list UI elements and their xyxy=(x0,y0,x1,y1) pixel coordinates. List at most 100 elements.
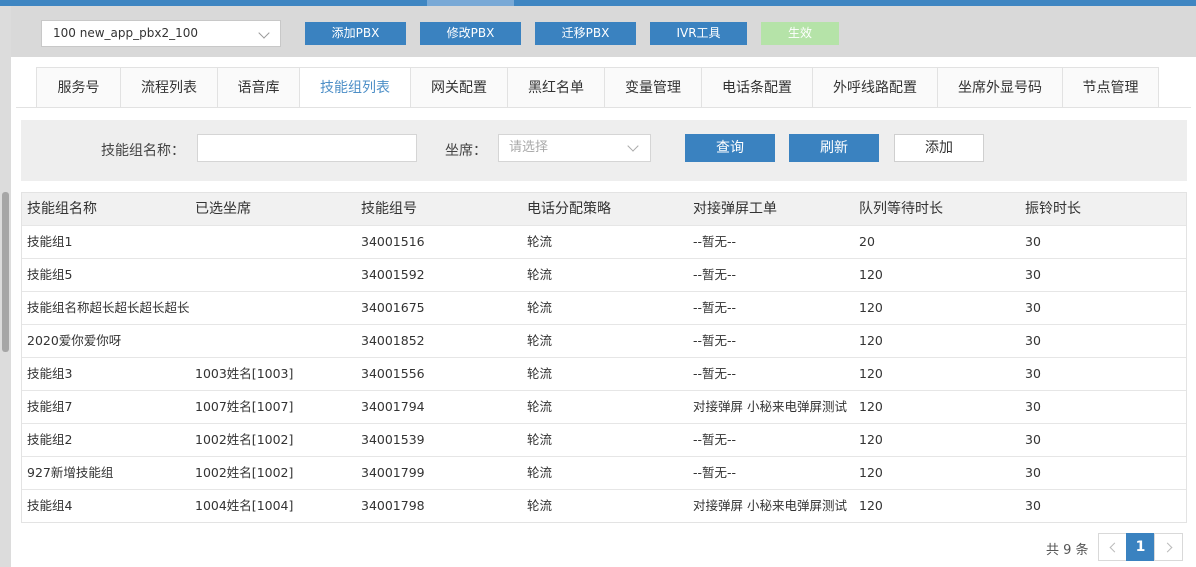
queue-wait-cell: 120 xyxy=(859,333,883,348)
popup-ticket-cell: --暂无-- xyxy=(693,234,737,249)
skill-group-number-cell: 34001852 xyxy=(361,333,425,348)
popup-ticket-cell: 对接弹屏 小秘来电弹屏测试 xyxy=(693,399,847,414)
tab-flow-list[interactable]: 流程列表 xyxy=(120,67,217,108)
distribution-cell: 轮流 xyxy=(527,333,553,348)
table-row: 技能组7 1007姓名[1007] 34001794 轮流 对接弹屏 小秘来电弹… xyxy=(22,390,1186,423)
ring-time-cell: 30 xyxy=(1025,234,1041,249)
add-button[interactable]: 添加 xyxy=(894,134,984,162)
page-button-current[interactable]: 1 xyxy=(1126,533,1155,561)
add-pbx-button[interactable]: 添加PBX xyxy=(305,22,406,45)
migrate-pbx-button[interactable]: 迁移PBX xyxy=(535,22,636,45)
tab-service-number[interactable]: 服务号 xyxy=(36,67,120,108)
popup-ticket-cell: --暂无-- xyxy=(693,366,737,381)
skill-group-number-cell: 34001798 xyxy=(361,498,425,513)
tab-black-red-list[interactable]: 黑红名单 xyxy=(507,67,604,108)
distribution-cell: 轮流 xyxy=(527,399,553,414)
apply-button[interactable]: 生效 xyxy=(761,22,839,45)
skill-group-number-cell: 34001556 xyxy=(361,366,425,381)
tab-variable-management[interactable]: 变量管理 xyxy=(604,67,701,108)
agent-select-placeholder: 请选择 xyxy=(509,140,549,155)
skill-group-name-link[interactable]: 技能组3 xyxy=(27,358,72,390)
header-queue-wait-time: 队列等待时长 xyxy=(859,201,943,217)
table-row: 技能组4 1004姓名[1004] 34001798 轮流 对接弹屏 小秘来电弹… xyxy=(22,489,1186,522)
skill-group-number-cell: 34001539 xyxy=(361,432,425,447)
distribution-cell: 轮流 xyxy=(527,234,553,249)
ring-time-cell: 30 xyxy=(1025,399,1041,414)
skill-group-name-link[interactable]: 技能组名称超长超长超长超长 xyxy=(27,292,190,324)
tab-gateway-config[interactable]: 网关配置 xyxy=(410,67,507,108)
header-skill-group-name: 技能组名称 xyxy=(27,201,97,217)
distribution-cell: 轮流 xyxy=(527,432,553,447)
agent-label: 坐席： xyxy=(445,143,487,159)
queue-wait-cell: 120 xyxy=(859,465,883,480)
skill-group-number-cell: 34001675 xyxy=(361,300,425,315)
tab-node-management[interactable]: 节点管理 xyxy=(1062,67,1159,108)
pbx-select-value: 100 new_app_pbx2_100 xyxy=(53,26,198,40)
chevron-right-icon xyxy=(1162,542,1173,553)
distribution-cell: 轮流 xyxy=(527,300,553,315)
chevron-left-icon xyxy=(1109,542,1120,553)
queue-wait-cell: 120 xyxy=(859,300,883,315)
selected-agents-cell: 1004姓名[1004] xyxy=(195,498,294,513)
edit-pbx-button[interactable]: 修改PBX xyxy=(420,22,521,45)
ring-time-cell: 30 xyxy=(1025,267,1041,282)
selected-agents-cell: 1003姓名[1003] xyxy=(195,366,294,381)
skill-group-number-cell: 34001592 xyxy=(361,267,425,282)
next-page-button[interactable] xyxy=(1154,533,1183,561)
skill-group-name-link[interactable]: 2020爱你爱你呀 xyxy=(27,325,121,357)
table-row: 927新增技能组 1002姓名[1002] 34001799 轮流 --暂无--… xyxy=(22,456,1186,489)
selected-agents-cell: 1002姓名[1002] xyxy=(195,432,294,447)
popup-ticket-cell: --暂无-- xyxy=(693,333,737,348)
ivr-tool-button[interactable]: IVR工具 xyxy=(650,22,747,45)
popup-ticket-cell: --暂无-- xyxy=(693,432,737,447)
tab-bar: 服务号 流程列表 语音库 技能组列表 网关配置 黑红名单 变量管理 电话条配置 … xyxy=(36,67,1159,108)
popup-ticket-cell: --暂无-- xyxy=(693,465,737,480)
pager-total: 共 9 条 xyxy=(1046,543,1089,558)
refresh-button[interactable]: 刷新 xyxy=(789,134,879,162)
table-row: 技能组1 34001516 轮流 --暂无-- 20 30 xyxy=(22,225,1186,258)
query-button[interactable]: 查询 xyxy=(685,134,775,162)
skill-group-name-link[interactable]: 技能组5 xyxy=(27,259,72,291)
header-call-distribution: 电话分配策略 xyxy=(527,201,611,217)
pbx-select[interactable]: 100 new_app_pbx2_100 xyxy=(41,20,281,47)
skill-group-number-cell: 34001516 xyxy=(361,234,425,249)
table-row: 技能组3 1003姓名[1003] 34001556 轮流 --暂无-- 120… xyxy=(22,357,1186,390)
skill-group-name-input[interactable] xyxy=(197,134,417,162)
ring-time-cell: 30 xyxy=(1025,366,1041,381)
popup-ticket-cell: --暂无-- xyxy=(693,267,737,282)
scrollbar-thumb[interactable] xyxy=(2,192,9,352)
header-ring-time: 振铃时长 xyxy=(1025,201,1081,217)
queue-wait-cell: 120 xyxy=(859,366,883,381)
tab-outbound-line-config[interactable]: 外呼线路配置 xyxy=(812,67,937,108)
skill-group-name-link[interactable]: 技能组7 xyxy=(27,391,72,423)
prev-page-button[interactable] xyxy=(1098,533,1127,561)
queue-wait-cell: 120 xyxy=(859,498,883,513)
ring-time-cell: 30 xyxy=(1025,333,1041,348)
queue-wait-cell: 120 xyxy=(859,267,883,282)
skill-group-name-link[interactable]: 927新增技能组 xyxy=(27,457,113,489)
agent-select[interactable]: 请选择 xyxy=(498,134,651,162)
table-header: 技能组名称 已选坐席 技能组号 电话分配策略 对接弹屏工单 队列等待时长 振铃时… xyxy=(22,193,1186,225)
skill-group-name-link[interactable]: 技能组1 xyxy=(27,226,72,258)
table-row: 技能组5 34001592 轮流 --暂无-- 120 30 xyxy=(22,258,1186,291)
ring-time-cell: 30 xyxy=(1025,300,1041,315)
skill-group-name-label: 技能组名称： xyxy=(101,143,185,159)
tab-skill-group-list[interactable]: 技能组列表 xyxy=(299,67,410,108)
left-scrollbar[interactable] xyxy=(0,6,11,567)
queue-wait-cell: 120 xyxy=(859,432,883,447)
table-row: 2020爱你爱你呀 34001852 轮流 --暂无-- 120 30 xyxy=(22,324,1186,357)
skill-group-name-link[interactable]: 技能组2 xyxy=(27,424,72,456)
ring-time-cell: 30 xyxy=(1025,432,1041,447)
distribution-cell: 轮流 xyxy=(527,366,553,381)
header-skill-group-number: 技能组号 xyxy=(361,201,417,217)
table-row: 技能组名称超长超长超长超长 34001675 轮流 --暂无-- 120 30 xyxy=(22,291,1186,324)
header-screen-popup-ticket: 对接弹屏工单 xyxy=(693,201,777,217)
skill-group-name-link[interactable]: 技能组4 xyxy=(27,490,72,522)
tab-phonebar-config[interactable]: 电话条配置 xyxy=(701,67,812,108)
ring-time-cell: 30 xyxy=(1025,465,1041,480)
queue-wait-cell: 20 xyxy=(859,234,875,249)
distribution-cell: 轮流 xyxy=(527,498,553,513)
tab-voice-library[interactable]: 语音库 xyxy=(217,67,299,108)
table-row: 技能组2 1002姓名[1002] 34001539 轮流 --暂无-- 120… xyxy=(22,423,1186,456)
tab-agent-display-number[interactable]: 坐席外显号码 xyxy=(937,67,1062,108)
